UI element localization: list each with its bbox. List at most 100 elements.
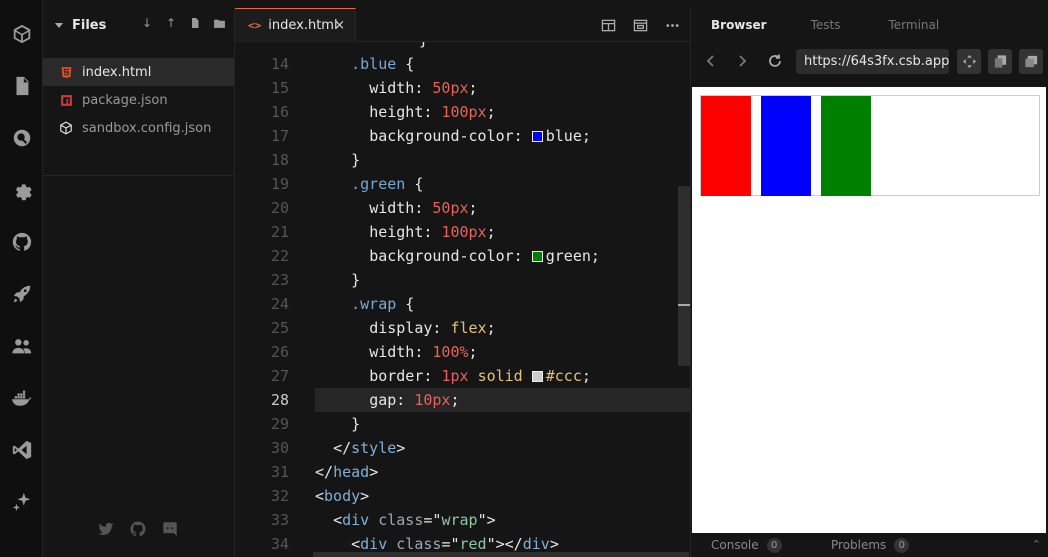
tab-terminal[interactable]: Terminal [888, 18, 939, 32]
line-content: <div class="red"></div> [351, 535, 559, 553]
code-line[interactable]: 27 border: 1px solid #ccc; [235, 364, 690, 388]
collapse-caret-icon[interactable] [55, 22, 63, 28]
line-number: 30 [270, 439, 289, 457]
file-item-sandbox-config[interactable]: sandbox.config.json [43, 114, 234, 142]
code-line[interactable]: 15 width: 50px; [235, 76, 690, 100]
line-number: 33 [270, 511, 289, 529]
code-line[interactable]: 18 } [235, 148, 690, 172]
line-content: display: flex; [369, 319, 496, 337]
editor-tabbar: <> index.html × [235, 8, 690, 42]
new-window-icon[interactable] [1019, 49, 1043, 74]
split-view-icon[interactable] [600, 17, 616, 33]
code-line[interactable]: 29 } [235, 412, 690, 436]
github-icon[interactable] [4, 224, 39, 260]
code-line[interactable]: 32 <body> [235, 484, 690, 508]
code-line[interactable]: 31 </head> [235, 460, 690, 484]
code-line[interactable]: 28 gap: 10px; [271, 388, 690, 412]
twitter-icon[interactable] [97, 520, 115, 538]
devtools-icon[interactable] [957, 49, 981, 74]
tab-browser[interactable]: Browser [711, 18, 767, 32]
rocket-icon[interactable] [4, 276, 39, 312]
file-item-index-html[interactable]: index.html [43, 58, 234, 86]
sort-up-icon[interactable]: ↑ [164, 16, 178, 30]
social-links [97, 520, 179, 538]
preview-icon[interactable] [632, 17, 648, 33]
code-line[interactable]: 24 .wrap { [235, 292, 690, 316]
chevron-up-icon[interactable]: ⌃ [1032, 538, 1041, 551]
code-editor: <> index.html × } 14 .blue {15 width: 50… [235, 8, 690, 557]
code-line[interactable]: 14 .blue { [235, 52, 690, 76]
line-number: 28 [270, 391, 289, 409]
file-item-package-json[interactable]: package.json [43, 86, 234, 114]
users-icon[interactable] [4, 328, 39, 364]
close-icon[interactable]: × [334, 18, 345, 33]
copy-icon[interactable] [988, 49, 1012, 74]
sort-down-icon[interactable]: ↓ [140, 16, 154, 30]
line-content: .blue { [351, 55, 415, 73]
more-icon[interactable] [664, 17, 680, 33]
sparkle-icon[interactable] [4, 484, 39, 520]
console-toggle[interactable]: Console 0 [711, 537, 782, 553]
line-number: 24 [270, 295, 289, 313]
preview-wrap [700, 95, 1040, 196]
url-input[interactable]: https://64s3fx.csb.app/ [796, 49, 949, 74]
line-content: height: 100px; [369, 103, 496, 121]
line-number: 21 [270, 223, 289, 241]
line-number: 18 [270, 151, 289, 169]
line-number: 32 [270, 487, 289, 505]
vertical-scrollbar[interactable] [678, 186, 690, 366]
search-icon[interactable] [4, 120, 39, 156]
code-line[interactable]: 22 background-color: green; [235, 244, 690, 268]
refresh-icon[interactable] [765, 51, 785, 71]
code-line[interactable]: 25 display: flex; [235, 316, 690, 340]
code-line[interactable]: 16 height: 100px; [235, 100, 690, 124]
vscode-icon[interactable] [4, 432, 39, 468]
problems-label: Problems [831, 538, 887, 552]
file-name: sandbox.config.json [82, 120, 212, 136]
gear-icon[interactable] [4, 172, 39, 208]
color-swatch[interactable] [531, 371, 543, 382]
new-folder-icon[interactable] [212, 16, 226, 30]
code-line[interactable]: 17 background-color: blue; [235, 124, 690, 148]
new-file-icon[interactable] [188, 16, 202, 30]
line-number: 16 [270, 103, 289, 121]
code-line[interactable]: 20 width: 50px; [235, 196, 690, 220]
line-content: .green { [351, 175, 424, 193]
explorer-header[interactable]: Files ↓ ↑ [43, 8, 234, 42]
horizontal-scrollbar[interactable] [313, 552, 689, 557]
preview-frame[interactable] [692, 87, 1046, 533]
line-number: 27 [270, 367, 289, 385]
browser-tabs: Browser Tests Terminal [691, 8, 1048, 42]
code-line[interactable]: 26 width: 100%; [235, 340, 690, 364]
color-swatch[interactable] [531, 251, 543, 262]
code-line[interactable]: 21 height: 100px; [235, 220, 690, 244]
code-area[interactable]: } 14 .blue {15 width: 50px;16 height: 10… [235, 42, 690, 557]
forward-icon[interactable] [732, 51, 752, 71]
tab-tests[interactable]: Tests [811, 18, 841, 32]
file-name: package.json [82, 92, 168, 108]
scroll-position-marker [678, 304, 690, 306]
line-number: 22 [270, 247, 289, 265]
line-content: width: 50px; [369, 79, 478, 97]
color-swatch[interactable] [531, 131, 543, 142]
github-icon[interactable] [129, 520, 147, 538]
green-box [821, 96, 871, 196]
html5-icon [59, 65, 73, 79]
file-icon[interactable] [4, 68, 39, 104]
tab-index-html[interactable]: <> index.html × [235, 8, 356, 42]
code-line[interactable]: 30 </style> [235, 436, 690, 460]
line-content: </head> [315, 463, 379, 481]
line-number: 15 [270, 79, 289, 97]
docker-icon[interactable] [4, 380, 39, 416]
code-line[interactable]: 23 } [235, 268, 690, 292]
problems-toggle[interactable]: Problems 0 [831, 537, 910, 553]
box-icon[interactable] [4, 16, 39, 52]
discord-icon[interactable] [161, 520, 179, 538]
line-content: </style> [333, 439, 406, 457]
code-icon: <> [248, 19, 262, 32]
back-icon[interactable] [701, 51, 721, 71]
code-line[interactable]: 19 .green { [235, 172, 690, 196]
code-line[interactable]: 33 <div class="wrap"> [235, 508, 690, 532]
line-content: <body> [315, 487, 370, 505]
line-content: background-color: green; [369, 247, 600, 265]
